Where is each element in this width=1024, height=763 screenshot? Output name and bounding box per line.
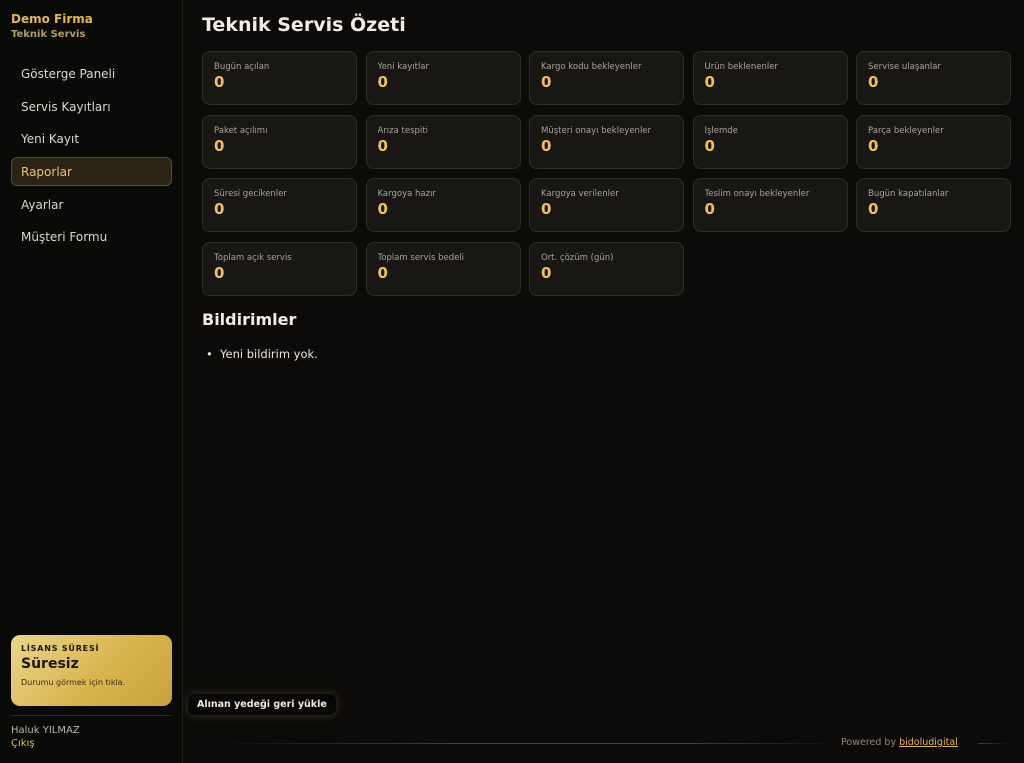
stat-card: Kargo kodu bekleyenler 0 <box>529 51 684 105</box>
stat-label: Müşteri onayı bekleyenler <box>541 125 652 136</box>
sidebar-item-service-records[interactable]: Servis Kayıtları <box>11 92 172 121</box>
logout-link[interactable]: Çıkış <box>11 738 35 749</box>
footer-divider-right <box>978 743 1008 744</box>
stat-card: Arıza tespiti 0 <box>365 114 521 169</box>
sidebar-divider <box>11 715 172 716</box>
stat-card: Parça bekleyenler 0 <box>856 114 1011 169</box>
stat-label: Parça bekleyenler <box>868 125 944 136</box>
stat-card: Servise ulaşanlar 0 <box>856 51 1011 105</box>
company-subtitle: Teknik Servis <box>11 29 86 40</box>
stat-card: Ürün beklenenler 0 <box>692 51 848 105</box>
stat-label: Ort. çözüm (gün) <box>541 252 614 263</box>
stat-label: Süresi gecikenler <box>214 189 287 199</box>
stat-value: 0 <box>377 263 388 282</box>
stat-card: Toplam servis bedeli 0 <box>365 241 521 296</box>
restore-backup-button[interactable]: Alınan yedeği geri yükle <box>187 693 337 716</box>
sidebar-item-customer-form[interactable]: Müşteri Formu <box>11 222 172 251</box>
stat-value: 0 <box>377 73 388 91</box>
stat-label: Bugün açılan <box>214 62 270 72</box>
stats-grid: Bugün açılan 0 Yeni kayıtlar 0 Kargo kodu … <box>202 51 1011 296</box>
footer-divider <box>210 743 840 744</box>
stat-value: 0 <box>377 200 388 218</box>
stat-card: Teslim onayı bekleyenler 0 <box>692 178 848 232</box>
stat-label: Toplam açık servis <box>214 252 292 263</box>
page-title: Teknik Servis Özeti <box>202 14 406 36</box>
stat-label: Teslim onayı bekleyenler <box>704 189 810 199</box>
stat-value: 0 <box>541 200 552 218</box>
stat-card: Yeni kayıtlar 0 <box>365 51 521 105</box>
sidebar-item-new-record[interactable]: Yeni Kayıt <box>11 124 172 153</box>
stat-label: Ürün beklenenler <box>704 62 778 72</box>
stat-card: Bugün açılan 0 <box>202 51 357 105</box>
company-name: Demo Firma <box>11 12 93 26</box>
stat-value: 0 <box>377 136 388 155</box>
stat-value: 0 <box>214 136 225 155</box>
stat-value: 0 <box>214 200 225 218</box>
stat-value: 0 <box>541 263 552 282</box>
stat-card: Bugün kapatılanlar 0 <box>856 178 1011 232</box>
footer-link[interactable]: bidoludigital <box>899 737 958 748</box>
stat-label: Arıza tespiti <box>377 125 429 136</box>
brand: Demo Firma Teknik Servis <box>11 12 93 40</box>
notifications-title: Bildirimler <box>202 310 297 329</box>
stat-card: Paket açılımı 0 <box>202 114 357 169</box>
footer-credit: Powered by bidoludigital <box>841 737 958 748</box>
license-hint: Durumu görmek için tıkla. <box>21 678 126 687</box>
stat-value: 0 <box>704 136 715 155</box>
main-content: Teknik Servis Özeti Bugün açılan 0 Yeni k… <box>183 0 1024 763</box>
stat-card: Toplam açık servis 0 <box>202 241 357 296</box>
stat-label: Kargoya hazır <box>377 189 436 199</box>
license-label: LİSANS SÜRESİ <box>21 644 100 653</box>
stat-label: Toplam servis bedeli <box>377 252 465 263</box>
stat-card: Süresi gecikenler 0 <box>202 178 357 232</box>
stat-label: Paket açılımı <box>214 125 268 136</box>
stat-label: Yeni kayıtlar <box>377 62 430 72</box>
sidebar: Demo Firma Teknik Servis Gösterge Paneli… <box>0 0 183 763</box>
stat-value: 0 <box>704 73 715 91</box>
stat-value: 0 <box>214 263 225 282</box>
notifications-list: • Yeni bildirim yok. <box>206 347 318 361</box>
user-name: Haluk YILMAZ <box>11 725 80 736</box>
powered-by-text: Powered by <box>841 737 897 748</box>
stat-card: Kargoya verilenler 0 <box>529 178 684 232</box>
stat-card: Kargoya hazır 0 <box>365 178 521 232</box>
stat-card: İşlemde 0 <box>692 114 848 169</box>
stat-value: 0 <box>541 136 552 155</box>
stat-value: 0 <box>868 200 879 218</box>
license-card[interactable]: LİSANS SÜRESİ Süresiz Durumu görmek için… <box>11 635 172 706</box>
sidebar-item-reports[interactable]: Raporlar <box>11 157 172 187</box>
stat-value: 0 <box>704 200 715 218</box>
stat-card: Ort. çözüm (gün) 0 <box>529 241 684 296</box>
stat-value: 0 <box>214 73 225 91</box>
stat-label: İşlemde <box>704 125 738 136</box>
stat-label: Kargoya verilenler <box>541 189 619 199</box>
stat-value: 0 <box>868 136 879 155</box>
license-value: Süresiz <box>21 656 79 672</box>
notification-text: Yeni bildirim yok. <box>220 347 318 361</box>
stat-value: 0 <box>541 73 552 91</box>
stat-label: Bugün kapatılanlar <box>868 189 949 199</box>
bullet-icon: • <box>206 347 213 361</box>
stat-label: Kargo kodu bekleyenler <box>541 62 642 72</box>
stat-label: Servise ulaşanlar <box>868 62 941 72</box>
sidebar-nav: Gösterge Paneli Servis Kayıtları Yeni Ka… <box>11 59 172 255</box>
stat-value: 0 <box>868 73 879 91</box>
sidebar-item-dashboard[interactable]: Gösterge Paneli <box>11 59 172 88</box>
sidebar-item-settings[interactable]: Ayarlar <box>11 190 172 219</box>
stat-card: Müşteri onayı bekleyenler 0 <box>529 114 684 169</box>
list-item: • Yeni bildirim yok. <box>206 347 318 361</box>
